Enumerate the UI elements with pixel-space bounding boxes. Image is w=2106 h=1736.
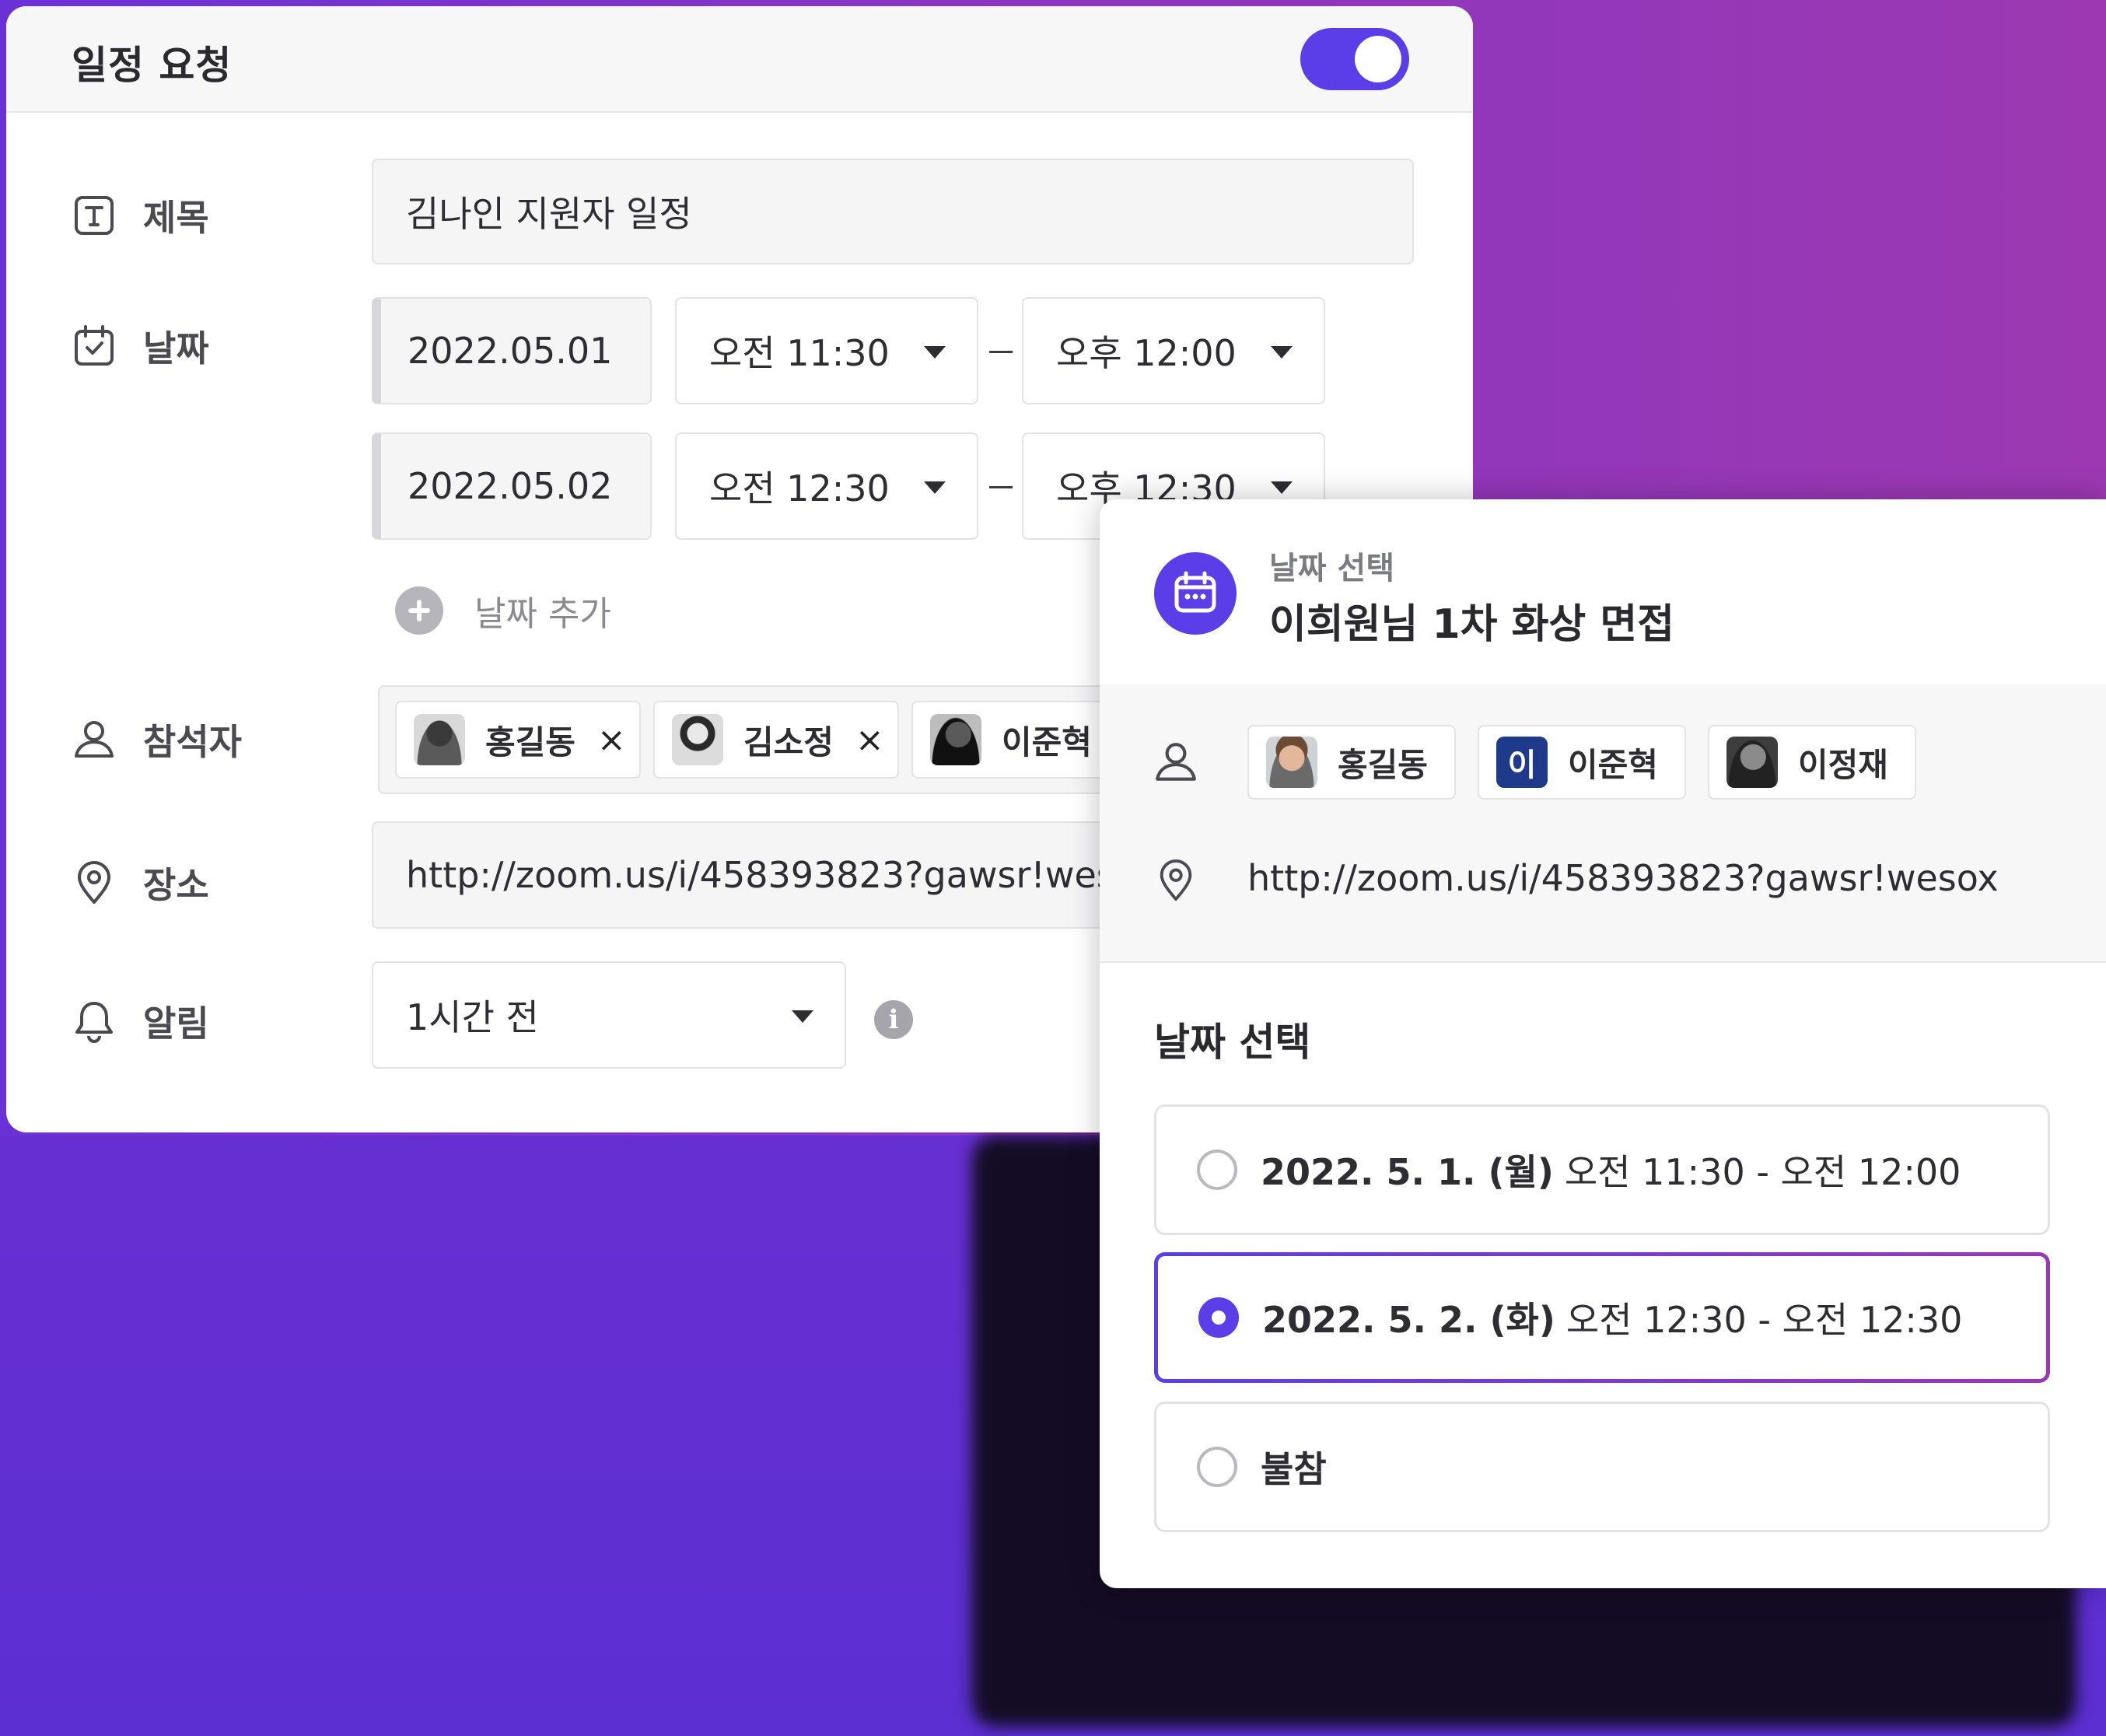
person-icon: [75, 721, 114, 758]
panel-header: 일정 요청: [6, 6, 1473, 113]
alert-label: 알림: [143, 1003, 209, 1045]
attendee-name: 홍길동: [485, 723, 575, 761]
add-date-label: 날짜 추가: [474, 594, 611, 634]
meeting-link[interactable]: http://zoom.us/i/458393823?gawsr!wesox: [1247, 857, 1999, 899]
option-time: 오전 11:30 - 오전 12:00: [1564, 1151, 1961, 1193]
toggle-knob: [1355, 36, 1401, 82]
calendar-icon: [1154, 552, 1237, 635]
attendee-chip[interactable]: 김소정 ×: [653, 701, 899, 779]
attendees-row-label: 참석자: [72, 714, 242, 765]
option-date: 2022. 5. 2. (화): [1262, 1299, 1555, 1341]
info-icon[interactable]: i: [874, 1000, 913, 1039]
attendee-chip: 이 이준혁: [1478, 725, 1686, 800]
date-value: 2022.05.02: [408, 465, 613, 507]
option-time: 오전 12:30 - 오전 12:30: [1566, 1299, 1963, 1341]
alert-select[interactable]: 1시간 전: [372, 961, 846, 1069]
start-time-value: 오전 12:30: [709, 467, 890, 509]
attendee-name: 이정재: [1798, 745, 1888, 784]
meeting-info: 홍길동 이 이준혁 이정재 http://zoom.us/i/458393823…: [1100, 684, 2106, 963]
title-row-label: 제목: [72, 190, 209, 241]
add-date-button[interactable]: 날짜 추가: [395, 586, 611, 635]
attendee-chip: 이정재: [1708, 725, 1916, 800]
date-option-2[interactable]: 2022. 5. 2. (화) 오전 12:30 - 오전 12:30: [1154, 1252, 2050, 1383]
start-time-value: 오전 11:30: [709, 332, 890, 374]
title-input[interactable]: 김나인 지원자 일정: [372, 159, 1414, 264]
start-time-select-1[interactable]: 오전 11:30: [675, 297, 978, 404]
time-range-dash: [989, 486, 1013, 488]
attendee-name: 이준혁 I: [1002, 723, 1116, 761]
decline-option[interactable]: 불참: [1154, 1402, 2050, 1532]
attendee-name: 김소정: [743, 723, 834, 761]
start-time-select-2[interactable]: 오전 12:30: [675, 432, 978, 540]
option-date: 2022. 5. 1. (월): [1261, 1151, 1554, 1193]
panel-title: 일정 요청: [72, 43, 233, 88]
radio-unchecked-icon: [1197, 1447, 1237, 1487]
remove-icon[interactable]: ×: [597, 720, 626, 760]
panel-header: 날짜 선택 이희원님 1차 화상 면접: [1100, 499, 2106, 686]
time-range-dash: [989, 351, 1013, 353]
remove-icon[interactable]: ×: [855, 720, 884, 760]
panel-subtitle: 날짜 선택: [1269, 551, 1395, 586]
location-label: 장소: [143, 864, 209, 906]
alert-value: 1시간 전: [406, 996, 539, 1038]
attendee-name: 이준혁: [1568, 745, 1658, 784]
location-pin-icon: [78, 861, 110, 904]
avatar: 이: [1496, 737, 1548, 788]
avatar: [1726, 737, 1778, 788]
section-title: 날짜 선택: [1154, 1020, 1311, 1065]
caret-down-icon: [1271, 346, 1293, 359]
date-row-label: 날짜: [72, 320, 209, 372]
avatar: [930, 714, 981, 765]
radio-unchecked-icon: [1197, 1150, 1237, 1190]
caret-down-icon: [1271, 481, 1293, 494]
attendee-chip[interactable]: 홍길동 ×: [395, 701, 641, 779]
attendee-name: 홍길동: [1338, 745, 1428, 784]
text-icon: [75, 196, 114, 235]
avatar: [414, 714, 465, 765]
calendar-check-icon: [75, 325, 114, 366]
attendee-chip: 홍길동: [1247, 725, 1456, 800]
plus-circle-icon: [395, 586, 443, 635]
schedule-request-toggle[interactable]: [1300, 28, 1409, 90]
date-label: 날짜: [143, 327, 209, 369]
caret-down-icon: [924, 346, 946, 359]
radio-checked-icon: [1198, 1297, 1239, 1338]
location-row-label: 장소: [72, 857, 209, 908]
alert-row-label: 알림: [72, 996, 209, 1047]
date-input-2[interactable]: 2022.05.02: [372, 432, 652, 540]
location-value: http://zoom.us/i/458393823?gawsr!wes: [406, 854, 1115, 896]
caret-down-icon: [924, 481, 946, 494]
panel-title: 이희원님 1차 화상 면접: [1269, 601, 1675, 648]
bell-icon: [75, 1002, 113, 1043]
avatar: [672, 714, 723, 765]
end-time-value: 오후 12:00: [1056, 332, 1237, 374]
option-date: 불참: [1261, 1448, 1327, 1490]
avatar: [1266, 737, 1317, 788]
location-pin-icon: [1160, 859, 1192, 901]
date-input-1[interactable]: 2022.05.01: [372, 297, 652, 404]
date-selection-panel: 날짜 선택 이희원님 1차 화상 면접 홍길동 이 이준혁 이정재 http:/…: [1100, 499, 2106, 1588]
end-time-select-1[interactable]: 오후 12:00: [1022, 297, 1325, 404]
title-label: 제목: [143, 197, 209, 239]
caret-down-icon: [792, 1010, 813, 1023]
person-icon: [1156, 743, 1196, 781]
attendees-label: 참석자: [143, 721, 242, 763]
date-value: 2022.05.01: [408, 330, 613, 372]
date-option-1[interactable]: 2022. 5. 1. (월) 오전 11:30 - 오전 12:00: [1154, 1104, 2050, 1235]
title-value: 김나인 지원자 일정: [406, 193, 692, 235]
